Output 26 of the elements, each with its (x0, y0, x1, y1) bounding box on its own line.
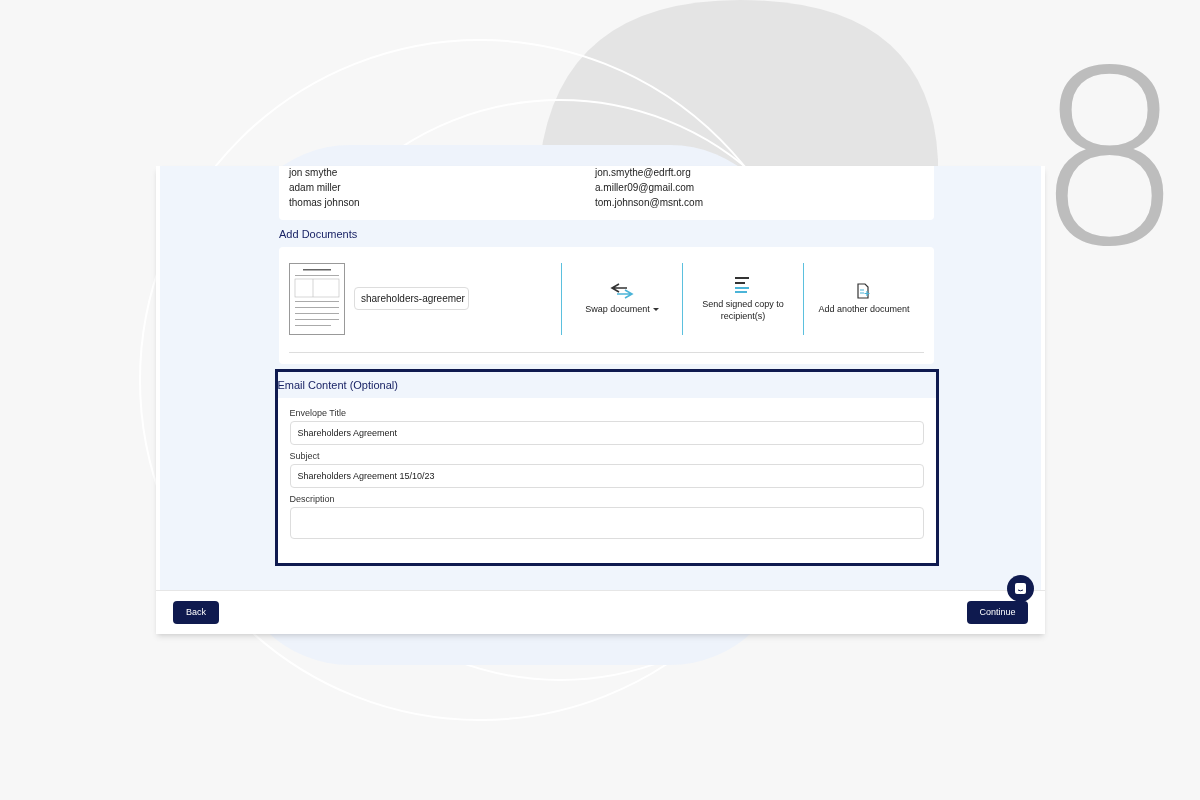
swap-arrows-icon (610, 282, 634, 299)
text-field[interactable]: Shareholders Agreement 15/10/23 (289, 463, 924, 488)
recipient-email: tom.johnson@msnt.com (595, 196, 703, 210)
field-label: Description (289, 493, 336, 505)
section-heading: Add Documents (279, 227, 359, 242)
recipient-name: jon smythe (287, 166, 339, 180)
section-heading: Email Content (Optional) (277, 371, 936, 398)
continue-button[interactable]: Continue (967, 601, 1028, 624)
recipient-name: thomas johnson (288, 196, 361, 210)
document-plus-icon (857, 282, 871, 299)
text-field[interactable] (289, 506, 924, 539)
text-field[interactable]: Shareholders Agreement (289, 420, 924, 445)
file-name-field[interactable]: shareholders-agreemer (354, 287, 469, 310)
field-label: Envelope Title (289, 407, 348, 419)
decorative-number: 8 (1033, 40, 1186, 280)
recipient-name: adam miller (288, 181, 342, 195)
field-label: Subject (289, 450, 321, 462)
recipient-email: jon.smythe@edrft.org (595, 166, 691, 180)
document-action-button[interactable]: Send signed copy to recipient(s) (682, 262, 803, 335)
chat-icon (1014, 582, 1027, 595)
document-action-button[interactable]: Add another document (803, 262, 924, 335)
document-action-button[interactable]: Swap document (561, 262, 682, 335)
caret-icon (652, 307, 659, 311)
lines-icon (734, 275, 752, 294)
back-button[interactable]: Back (173, 601, 219, 624)
recipient-email: a.miller09@gmail.com (595, 181, 695, 195)
